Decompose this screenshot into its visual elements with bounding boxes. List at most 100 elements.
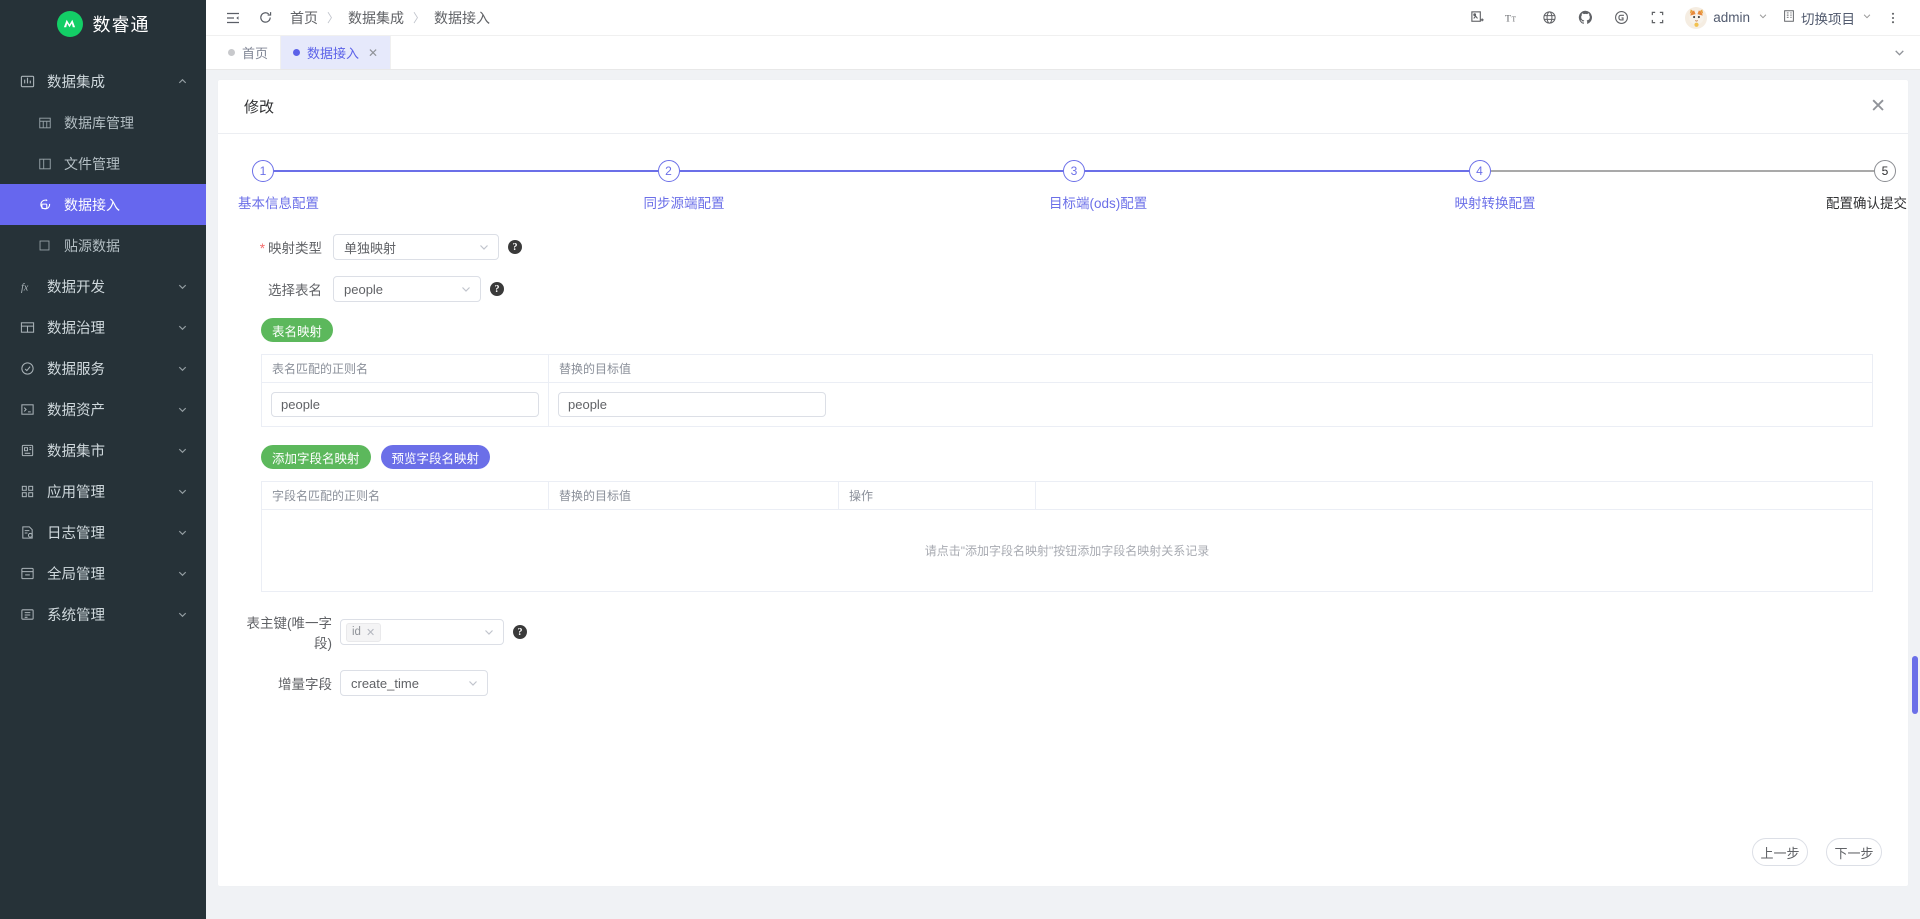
sidebar-item-global-management[interactable]: 全局管理 [0, 553, 206, 594]
globe-icon[interactable] [1531, 7, 1567, 29]
breadcrumb-item-home[interactable]: 首页 [290, 8, 318, 28]
table-name-select[interactable]: people [333, 276, 481, 302]
tab-data-intake[interactable]: 数据接入 ✕ [281, 36, 392, 69]
step-3[interactable]: 3 目标端(ods)配置 [1049, 160, 1469, 212]
sidebar-item-data-integration[interactable]: 数据集成 [0, 61, 206, 102]
chevron-down-icon[interactable] [177, 609, 188, 620]
breadcrumb-separator: 〉 [413, 11, 426, 25]
log-icon [19, 524, 36, 541]
chevron-down-icon [467, 677, 479, 689]
table-icon [19, 319, 36, 336]
font-size-icon[interactable]: TT [1495, 7, 1531, 29]
field-header-spacer [1036, 482, 1872, 509]
next-step-button[interactable]: 下一步 [1826, 838, 1882, 866]
step-number: 3 [1063, 160, 1085, 182]
primary-key-tag: id ✕ [346, 622, 382, 642]
tag-remove-icon[interactable]: ✕ [366, 626, 375, 639]
app-root: 数睿通 数据集成 数据库管理 文件管理 数据接入 贴源数据 fx 数据开发 数据… [0, 0, 1920, 919]
breadcrumb-item-data-intake: 数据接入 [434, 9, 491, 26]
more-vertical-icon[interactable] [1880, 11, 1906, 25]
incr-field-value: create_time [351, 675, 419, 691]
chevron-down-icon[interactable] [177, 445, 188, 456]
sidebar-item-data-intake[interactable]: 数据接入 [0, 184, 206, 225]
table-name-help-icon[interactable]: ? [490, 282, 504, 296]
sidebar-item-label: 数据集市 [47, 444, 105, 460]
tabbar-collapse-icon[interactable] [1893, 36, 1920, 69]
chevron-down-icon[interactable] [177, 281, 188, 292]
fullscreen-icon[interactable] [1639, 7, 1675, 29]
primary-key-help-icon[interactable]: ? [513, 625, 527, 639]
chevron-up-icon[interactable] [177, 76, 188, 87]
menu-fold-icon[interactable] [222, 7, 244, 29]
chevron-down-icon[interactable] [177, 486, 188, 497]
mapping-type-help-icon[interactable]: ? [508, 240, 522, 254]
step-label: 同步源端配置 [643, 196, 725, 211]
sidebar-item-app-management[interactable]: 应用管理 [0, 471, 206, 512]
step-label: 映射转换配置 [1454, 196, 1536, 211]
sidebar-item-database-management[interactable]: 数据库管理 [0, 102, 206, 143]
table-header-regex: 表名匹配的正则名 [262, 355, 549, 382]
chevron-down-icon[interactable] [177, 322, 188, 333]
screenshot-icon[interactable] [1459, 7, 1495, 29]
table-header-row: 表名匹配的正则名 替换的目标值 [262, 355, 1872, 383]
sidebar-item-data-development[interactable]: fx 数据开发 [0, 266, 206, 307]
user-menu[interactable]: admin [1675, 6, 1774, 29]
step-number: 1 [252, 160, 274, 182]
table-name-value: people [344, 281, 384, 297]
step-2[interactable]: 2 同步源端配置 [644, 160, 1063, 212]
table-target-input[interactable] [558, 392, 826, 417]
brand-title: 数睿通 [92, 14, 150, 35]
incr-field-select[interactable]: create_time [340, 670, 488, 696]
sidebar-item-data-assets[interactable]: 数据资产 [0, 389, 206, 430]
add-field-mapping-button[interactable]: 添加字段名映射 [261, 445, 371, 469]
sidebar-item-source-data[interactable]: 贴源数据 [0, 225, 206, 266]
prev-step-button[interactable]: 上一步 [1752, 838, 1808, 866]
sidebar-item-system-management[interactable]: 系统管理 [0, 594, 206, 635]
mapping-type-select[interactable]: 单独映射 [333, 234, 499, 260]
sidebar-item-file-management[interactable]: 文件管理 [0, 143, 206, 184]
sidebar-menu: 数据集成 数据库管理 文件管理 数据接入 贴源数据 fx 数据开发 数据治理 数… [0, 61, 206, 919]
refresh-icon[interactable] [254, 7, 276, 29]
form-row-primary-key: 表主键(唯一字段) id ✕ ? [244, 612, 1882, 652]
tab-label: 首页 [242, 46, 269, 61]
tab-home[interactable]: 首页 [216, 36, 282, 69]
step-4[interactable]: 4 映射转换配置 [1455, 160, 1874, 212]
sidebar-item-label: 贴源数据 [64, 237, 120, 254]
table-row [262, 383, 1872, 426]
sidebar-item-data-governance[interactable]: 数据治理 [0, 307, 206, 348]
table-header-target: 替换的目标值 [559, 362, 632, 376]
primary-key-select[interactable]: id ✕ [340, 619, 504, 645]
tab-label: 数据接入 [307, 46, 360, 61]
chevron-down-icon[interactable] [177, 404, 188, 415]
sidebar-item-label: 数据开发 [47, 280, 105, 296]
breadcrumb-item-data-integration[interactable]: 数据集成 [348, 8, 404, 28]
global-icon [19, 565, 36, 582]
chart-box-icon [19, 73, 36, 90]
step-line [1085, 170, 1469, 172]
cat-avatar [1685, 6, 1708, 29]
project-switch-menu[interactable]: 切换项目 [1774, 8, 1880, 28]
sidebar-item-label: 数据库管理 [64, 114, 134, 131]
github-icon[interactable] [1567, 7, 1603, 29]
chevron-down-icon[interactable] [177, 363, 188, 374]
field-mapping-empty-state: 请点击"添加字段名映射"按钮添加字段名映射关系记录 [924, 544, 1210, 558]
primary-key-label: 表主键(唯一字段) [246, 616, 333, 651]
preview-field-mapping-button[interactable]: 预览字段名映射 [380, 445, 491, 469]
step-1[interactable]: 1 基本信息配置 [238, 160, 658, 212]
sidebar-item-label: 数据资产 [47, 403, 105, 419]
mapping-form: * 映射类型 单独映射 ? 选择表名 people ? 表名映射 表名匹配的正则… [244, 234, 1882, 696]
close-icon[interactable]: ✕ [1870, 97, 1886, 116]
table-regex-input[interactable] [271, 392, 539, 417]
gitee-icon[interactable] [1603, 7, 1639, 29]
incr-field-label: 增量字段 [278, 677, 332, 692]
mapping-type-value: 单独映射 [344, 240, 397, 256]
close-icon[interactable]: ✕ [368, 46, 378, 60]
page-scrollbar-thumb[interactable] [1912, 656, 1918, 714]
sidebar-item-data-market[interactable]: 数据集市 [0, 430, 206, 471]
table-mapping-button[interactable]: 表名映射 [261, 318, 334, 342]
sidebar-item-log-management[interactable]: 日志管理 [0, 512, 206, 553]
sidebar-item-data-service[interactable]: 数据服务 [0, 348, 206, 389]
svg-text:fx: fx [21, 282, 29, 293]
chevron-down-icon[interactable] [177, 568, 188, 579]
chevron-down-icon[interactable] [177, 527, 188, 538]
